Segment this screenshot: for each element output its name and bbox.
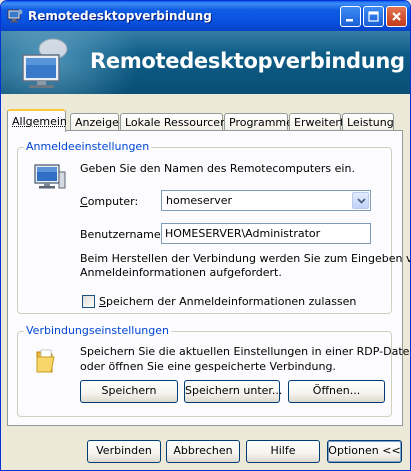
window-title: Remotedesktopverbindung <box>28 9 212 23</box>
tab-leistung[interactable]: Leistung <box>342 113 394 131</box>
cancel-button[interactable]: Abbrechen <box>166 440 240 463</box>
username-field[interactable]: HOMESERVER\Administrator <box>161 223 371 244</box>
computer-label-mnemonic: C <box>80 195 88 208</box>
computer-dropdown-button[interactable] <box>352 192 369 209</box>
tab-allgemein[interactable]: Allgemein <box>7 109 67 132</box>
open-button-label: Öffnen... <box>312 384 361 397</box>
save-button[interactable]: Speichern <box>80 380 178 403</box>
computer-label: Computer: <box>80 194 138 209</box>
tab-erweitert[interactable]: Erweitert <box>289 113 345 131</box>
save-credentials-checkbox[interactable] <box>82 295 95 308</box>
chevron-down-icon <box>357 198 366 204</box>
connection-settings-legend: Verbindungseinstellungen <box>24 324 171 337</box>
tab-strip: Allgemein Anzeige Lokale Ressourcen Prog… <box>7 109 403 132</box>
username-label: Benutzername: <box>80 228 165 241</box>
computer-combobox-value: homeserver <box>166 194 233 207</box>
tab-label: Programme <box>229 116 293 129</box>
save-as-button[interactable]: Speichern unter... <box>184 380 283 403</box>
logon-settings-legend: Anmeldeeinstellungen <box>24 140 152 153</box>
computer-icon <box>34 164 66 189</box>
logon-settings-group: Anmeldeeinstellungen Geben Sie den Namen… <box>17 140 410 314</box>
credential-note-line1: Beim Herstellen der Verbindung werden Si… <box>80 252 411 265</box>
save-as-button-label: Speichern unter... <box>185 384 283 397</box>
logon-intro-text: Geben Sie den Namen des Remotecomputers … <box>80 162 355 175</box>
tab-label: Leistung <box>347 116 394 129</box>
credential-note-line2: Anmeldeinformationen aufgefordert. <box>80 266 282 279</box>
tab-label: Lokale Ressourcen <box>125 116 228 129</box>
maximize-button[interactable] <box>363 6 384 27</box>
tab-label: Erweitert <box>294 116 345 129</box>
computer-combobox[interactable]: homeserver <box>161 190 371 211</box>
title-bar[interactable]: Remotedesktopverbindung <box>1 1 410 31</box>
tab-label: Anzeige <box>75 116 119 129</box>
connect-button[interactable]: Verbinden <box>87 440 161 463</box>
save-credentials-label[interactable]: Speichern der Anmeldeinformationen zulas… <box>99 294 356 309</box>
folder-icon <box>36 349 55 373</box>
connection-desc-line2: oder öffnen Sie eine gespeicherte Verbin… <box>80 360 336 373</box>
connect-button-label: Verbinden <box>96 444 152 457</box>
close-button[interactable] <box>386 6 407 27</box>
save-credentials-label-rest: peichern der Anmeldeinformationen zulass… <box>105 295 357 308</box>
remote-desktop-window: Remotedesktopverbindung Remotedesktopver… <box>0 0 411 471</box>
options-button[interactable]: Optionen << <box>327 440 402 463</box>
header-banner: Remotedesktopverbindung <box>1 31 410 94</box>
tab-anzeige[interactable]: Anzeige <box>70 113 119 131</box>
save-button-label: Speichern <box>101 384 157 397</box>
minimize-icon <box>346 19 353 22</box>
remote-desktop-app-icon <box>7 9 23 23</box>
cancel-button-label: Abbrechen <box>173 444 233 457</box>
banner-title: Remotedesktopverbindung <box>90 49 405 73</box>
connection-desc-line1: Speichern Sie die aktuellen Einstellunge… <box>80 345 411 358</box>
save-credentials-mnemonic: S <box>99 295 106 308</box>
help-button[interactable]: Hilfe <box>246 440 320 463</box>
close-icon <box>392 12 401 21</box>
help-button-label: Hilfe <box>270 444 296 457</box>
computer-label-rest: omputer: <box>87 195 139 208</box>
tab-programme[interactable]: Programme <box>224 113 293 131</box>
connection-settings-group: Verbindungseinstellungen Speichern Sie d… <box>17 324 410 417</box>
maximize-icon <box>368 11 379 22</box>
tab-lokale-ressourcen[interactable]: Lokale Ressourcen <box>120 113 227 131</box>
minimize-button[interactable] <box>340 6 361 27</box>
tab-label: Allgemein <box>12 115 67 128</box>
tab-panel-allgemein: Anmeldeeinstellungen Geben Sie den Namen… <box>7 130 410 426</box>
username-field-value: HOMESERVER\Administrator <box>165 227 321 240</box>
open-button[interactable]: Öffnen... <box>288 380 385 403</box>
options-button-label: Optionen << <box>328 444 401 457</box>
